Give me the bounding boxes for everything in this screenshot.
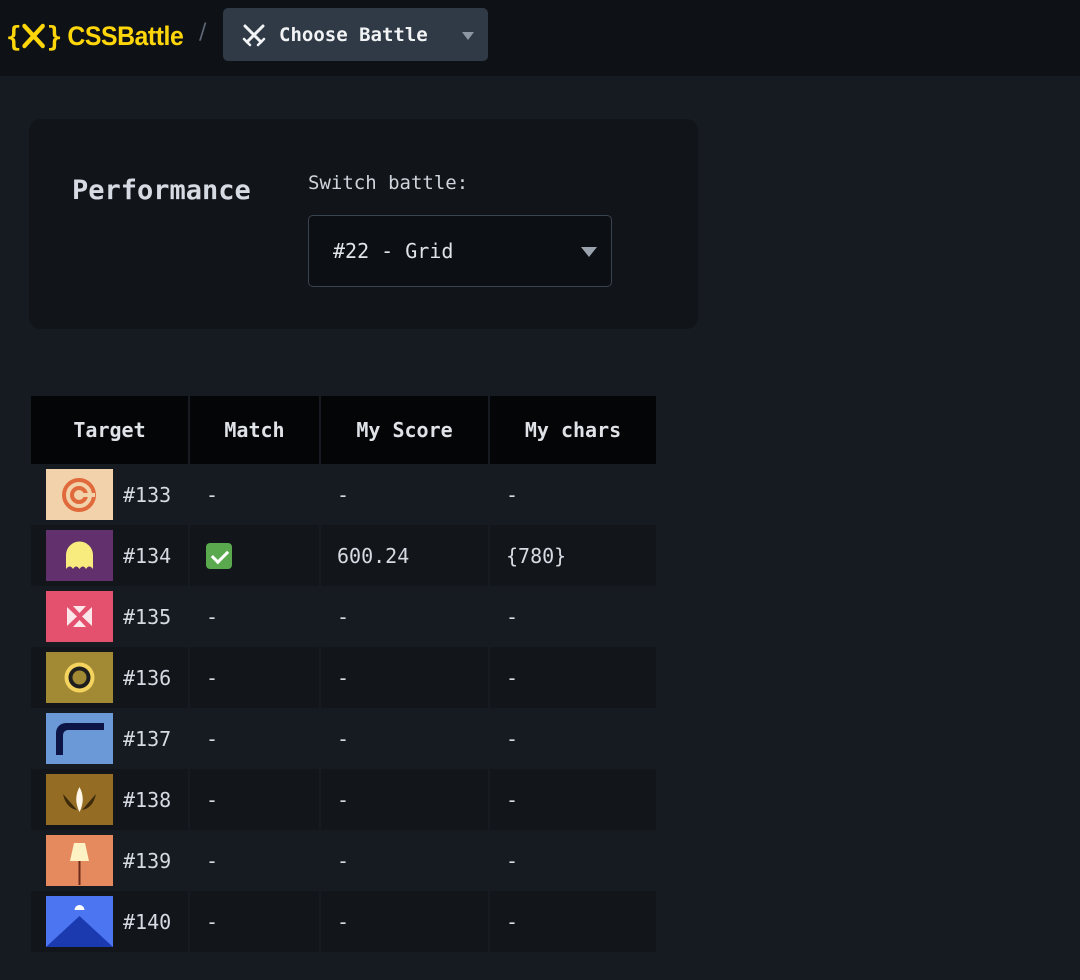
target-number: #133: [123, 482, 172, 507]
chars-cell: -: [490, 464, 656, 525]
match-cell: -: [190, 769, 319, 830]
crossed-swords-logo-icon: [22, 23, 46, 49]
table-row[interactable]: #135 - - -: [31, 586, 656, 647]
target-137-thumbnail-icon[interactable]: [46, 713, 113, 764]
score-cell: -: [321, 647, 488, 708]
crossed-swords-icon: [242, 24, 266, 46]
target-139-thumbnail-icon[interactable]: [46, 835, 113, 886]
performance-table: Target Match My Score My chars #133 - - …: [29, 396, 658, 952]
table-header-row: Target Match My Score My chars: [31, 396, 656, 464]
target-wrap: #138: [46, 774, 188, 825]
target-cell[interactable]: #140: [31, 891, 188, 952]
header-my-chars[interactable]: My chars: [490, 396, 656, 464]
table-row[interactable]: #136 - - -: [31, 647, 656, 708]
target-number: #140: [123, 909, 172, 934]
page-title: Performance: [72, 175, 251, 206]
choose-battle-label: Choose Battle: [279, 23, 428, 46]
cssbattle-logo[interactable]: { } CSSBattle: [6, 14, 184, 58]
target-number: #134: [123, 543, 172, 568]
target-135-thumbnail-icon[interactable]: [46, 591, 113, 642]
table-row[interactable]: #137 - - -: [31, 708, 656, 769]
match-cell: -: [190, 891, 319, 952]
target-number: #139: [123, 848, 172, 873]
target-136-thumbnail-icon[interactable]: [46, 652, 113, 703]
battle-select-value: #22 - Grid: [333, 239, 454, 263]
target-cell[interactable]: #136: [31, 647, 188, 708]
chars-cell: -: [490, 769, 656, 830]
target-number: #138: [123, 787, 172, 812]
target-cell[interactable]: #134: [31, 525, 188, 586]
match-cell: -: [190, 708, 319, 769]
target-wrap: #139: [46, 835, 188, 886]
target-140-thumbnail-icon[interactable]: [46, 896, 113, 947]
check-mark-icon: [206, 542, 232, 569]
top-bar: { } CSSBattle / Choose Battle: [0, 0, 1080, 76]
score-cell: 600.24: [321, 525, 488, 586]
header-target[interactable]: Target: [31, 396, 188, 464]
target-cell[interactable]: #138: [31, 769, 188, 830]
target-wrap: #140: [46, 896, 188, 947]
choose-battle-button[interactable]: Choose Battle: [223, 8, 488, 61]
header-match[interactable]: Match: [190, 396, 319, 464]
chars-cell: -: [490, 830, 656, 891]
score-cell: -: [321, 769, 488, 830]
logo-text: CSSBattle: [67, 20, 184, 51]
chars-cell: -: [490, 647, 656, 708]
target-number: #135: [123, 604, 172, 629]
chars-cell: -: [490, 891, 656, 952]
target-wrap: #134: [46, 530, 188, 581]
score-cell: -: [321, 830, 488, 891]
chars-cell: -: [490, 586, 656, 647]
table-row[interactable]: #133 - - -: [31, 464, 656, 525]
target-cell[interactable]: #135: [31, 586, 188, 647]
match-cell: [190, 525, 319, 586]
table-row[interactable]: #140 - - -: [31, 891, 656, 952]
target-133-thumbnail-icon[interactable]: [46, 469, 113, 520]
target-138-thumbnail-icon[interactable]: [46, 774, 113, 825]
target-134-thumbnail-icon[interactable]: [46, 530, 113, 581]
target-number: #136: [123, 665, 172, 690]
performance-card: Performance Switch battle: #22 - Grid: [29, 119, 698, 329]
match-cell: -: [190, 830, 319, 891]
header-my-score[interactable]: My Score: [321, 396, 488, 464]
match-cell: -: [190, 586, 319, 647]
battle-select[interactable]: #22 - Grid: [308, 215, 612, 287]
target-cell[interactable]: #139: [31, 830, 188, 891]
target-wrap: #136: [46, 652, 188, 703]
chars-cell: {780}: [490, 525, 656, 586]
score-cell: -: [321, 586, 488, 647]
table-row[interactable]: #139 - - -: [31, 830, 656, 891]
chevron-down-icon: [581, 247, 597, 257]
target-wrap: #135: [46, 591, 188, 642]
breadcrumb-separator: /: [199, 20, 207, 45]
score-cell: -: [321, 708, 488, 769]
target-wrap: #133: [46, 469, 188, 520]
chars-cell: -: [490, 708, 656, 769]
logo-brace-right: }: [46, 19, 63, 53]
match-cell: -: [190, 647, 319, 708]
logo-brace-left: {: [6, 19, 22, 53]
table-row[interactable]: #138 - - -: [31, 769, 656, 830]
target-wrap: #137: [46, 713, 188, 764]
target-cell[interactable]: #137: [31, 708, 188, 769]
score-cell: -: [321, 891, 488, 952]
match-cell: -: [190, 464, 319, 525]
table-row[interactable]: #134 600.24 {780}: [31, 525, 656, 586]
chevron-down-icon: [462, 32, 474, 40]
switch-battle-label: Switch battle:: [308, 172, 469, 194]
target-number: #137: [123, 726, 172, 751]
score-cell: -: [321, 464, 488, 525]
target-cell[interactable]: #133: [31, 464, 188, 525]
